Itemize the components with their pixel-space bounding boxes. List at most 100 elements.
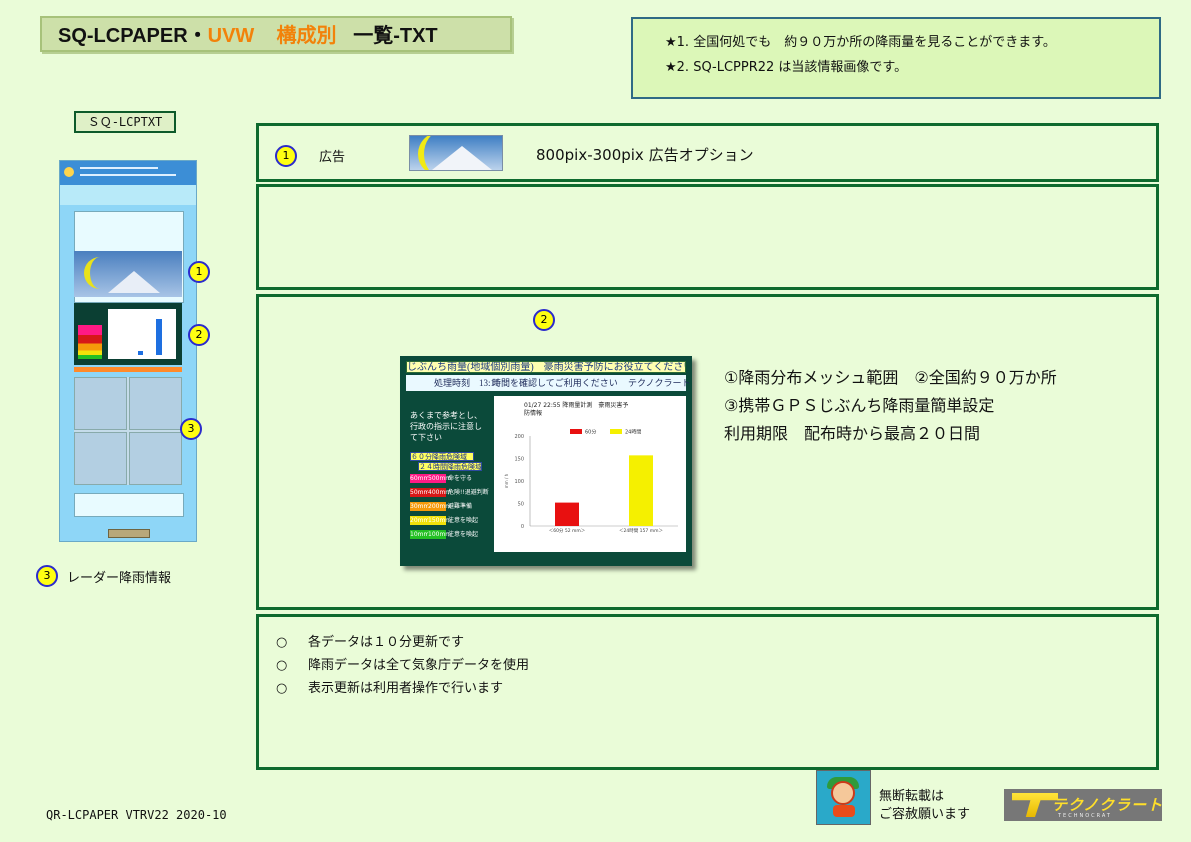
legend-marker-3: 3 <box>36 565 58 587</box>
logo-subtext: TECHNOCRAT <box>1058 813 1112 819</box>
radar-desc-line2: ③携帯ＧＰＳじぶんち降雨量簡単設定 <box>724 396 995 415</box>
radar-marker: 2 <box>533 309 555 331</box>
thumbnail-rain-scale <box>78 325 102 359</box>
legend-level-label: 命を守る <box>448 475 473 482</box>
title-uvw: UVW <box>207 25 255 47</box>
thumbnail-bar <box>138 351 143 355</box>
empty-panel <box>256 184 1159 290</box>
marker-1: 1 <box>188 261 210 283</box>
legend-60min-value: 30mm <box>410 502 430 511</box>
legend-row: 50mm 400mm 危険!!退避判断 <box>410 488 489 497</box>
copyright-notice: 無断転載は ご容赦願います <box>879 788 970 824</box>
screen-legend-area: あくまで参考とし、行政の指示に注意して下さい ６０分降雨危険域 ２４時間降雨危険… <box>406 396 489 562</box>
chart-bar <box>555 502 579 526</box>
info-list: ○ 各データは１０分更新です ○ 降雨データは全て気象庁データを使用 ○ 表示更新は利… <box>276 631 529 700</box>
y-tick-label: 150 <box>514 457 524 463</box>
y-tick-label: 50 <box>518 502 524 508</box>
process-time: 処理時刻 13:11 <box>434 378 500 388</box>
ad-option-text: 800pix-300pix 広告オプション <box>536 146 754 164</box>
legend-row: 20mm 150mm 注意を喚起 <box>410 516 478 525</box>
x-tick-label: ＜24時間 157 mm＞ <box>619 528 663 534</box>
rain-chart: 01/27 22:55 降雨量計測 豪雨災害予防情報 0 50 100 150 200 m… <box>494 396 686 552</box>
legend-60min-value: 10mm <box>410 530 430 539</box>
thumbnail-ad-photo <box>74 251 182 297</box>
y-tick-label: 200 <box>514 434 524 440</box>
legend-label: 24時間 <box>625 430 641 436</box>
legend-24h-value: 150mm <box>428 516 452 525</box>
thumbnail-map-tile <box>129 432 182 485</box>
legend-swatch <box>610 429 622 434</box>
radar-panel <box>256 294 1159 610</box>
title-part2: 構成別 <box>276 25 337 47</box>
screen-brand: テクノクラート <box>628 378 691 388</box>
logo-text: テクノクラート <box>1052 796 1162 814</box>
thumbnail-map-tile <box>129 377 182 430</box>
mascot-face <box>831 781 855 805</box>
chart-bar <box>629 455 653 526</box>
page-thumbnail[interactable] <box>59 160 197 542</box>
thumbnail-rain-graph <box>74 303 182 365</box>
confirm-text: 時間を確認してご利用ください <box>492 378 618 388</box>
legend-24h-value: 100mm <box>428 530 452 539</box>
ad-label: 広告 <box>319 150 346 165</box>
marker-2: 2 <box>188 324 210 346</box>
ad-image[interactable] <box>409 135 503 171</box>
sidebar-tag: ＳＱ-LCPTXT <box>74 111 176 133</box>
y-tick-label: 0 <box>521 524 524 530</box>
screen-headline: じぶんち雨量(地域個別雨量) 豪雨災害予防にお役立てください <box>406 361 686 373</box>
legend-row: 10mm 100mm 注意を喚起 <box>410 530 478 539</box>
thumbnail-bar <box>156 319 162 355</box>
legend-level-label: 注意を喚起 <box>448 531 479 538</box>
thumbnail-header <box>60 161 196 185</box>
page-title: SQ-LCPAPER・UVW 構成別 一覧-TXT <box>40 16 512 52</box>
list-item-text: 各データは１０分更新です <box>308 635 465 650</box>
screen-subbar: 処理時刻 13:11 時間を確認してご利用ください テクノクラート <box>406 375 690 391</box>
technocrat-logo: テクノクラート TECHNOCRAT <box>1004 789 1162 821</box>
notice-line1: 無断転載は <box>879 789 945 804</box>
thumbnail-footer <box>74 493 184 517</box>
bullet-icon: ○ <box>276 658 288 673</box>
thumbnail-header-line <box>80 167 158 169</box>
legend-level-label: 危険!!退避判断 <box>448 489 489 496</box>
legend-24h-value: 500mm <box>428 474 452 483</box>
legend-radar-label: レーダー降雨情報 <box>67 571 172 586</box>
marker-3: 3 <box>180 418 202 440</box>
y-tick-label: 100 <box>514 479 524 485</box>
thumbnail-radar-maps <box>74 377 182 485</box>
bullet-icon: ○ <box>276 681 288 696</box>
mascot-body <box>833 805 855 817</box>
list-item-text: 表示更新は利用者操作で行います <box>308 681 504 696</box>
legend-60min-title: ６０分降雨危険域 <box>410 452 474 461</box>
thumbnail-header-line <box>80 174 176 176</box>
note-1: ★1. 全国何処でも 約９０万か所の降雨量を見ることができます。 <box>665 35 1056 50</box>
title-part3: 一覧-TXT <box>353 25 438 47</box>
legend-60min-value: 60mm <box>410 474 430 483</box>
thumbnail-button <box>108 529 150 538</box>
list-item: ○ 各データは１０分更新です <box>276 631 529 654</box>
rain-screen-image: じぶんち雨量(地域個別雨量) 豪雨災害予防にお役立てください 処理時刻 13:1… <box>400 356 692 566</box>
legend-24h-value: 400mm <box>428 488 452 497</box>
list-item-text: 降雨データは全て気象庁データを使用 <box>308 658 530 673</box>
list-item: ○ 降雨データは全て気象庁データを使用 <box>276 654 529 677</box>
version-label: QR-LCPAPER VTRV22 2020-10 <box>46 808 227 822</box>
legend-24h-title: ２４時間降雨危険域 <box>418 462 482 471</box>
legend-label: 60分 <box>585 429 596 436</box>
radar-description: ①降雨分布メッシュ範囲 ②全国約９０万か所 ③携帯ＧＰＳじぶんち降雨量簡単設定 … <box>724 364 1057 448</box>
note-2: ★2. SQ-LCPPR22 は当該情報画像です。 <box>665 60 908 75</box>
mountain-icon <box>432 146 492 170</box>
legend-rows: 60mm 500mm 命を守る 50mm 400mm 危険!!退避判断 30mm 200mm 避… <box>410 474 489 554</box>
y-axis-label: mm / h <box>504 473 509 488</box>
title-part1: SQ-LCPAPER・ <box>58 25 208 47</box>
legend-60min-value: 20mm <box>410 516 430 525</box>
legend-60min-value: 50mm <box>410 488 430 497</box>
thumbnail-map-tile <box>74 432 127 485</box>
legend-24h-value: 200mm <box>428 502 452 511</box>
mountain-icon <box>108 271 160 293</box>
thumbnail-nav <box>60 185 196 205</box>
bullet-icon: ○ <box>276 635 288 650</box>
thumbnail-logo-icon <box>64 167 74 177</box>
radar-desc-line1: ①降雨分布メッシュ範囲 ②全国約９０万か所 <box>724 368 1057 387</box>
legend-swatch <box>570 429 582 434</box>
thumbnail-strip <box>74 367 182 372</box>
screen-caution-note: あくまで参考とし、行政の指示に注意して下さい <box>410 411 482 442</box>
